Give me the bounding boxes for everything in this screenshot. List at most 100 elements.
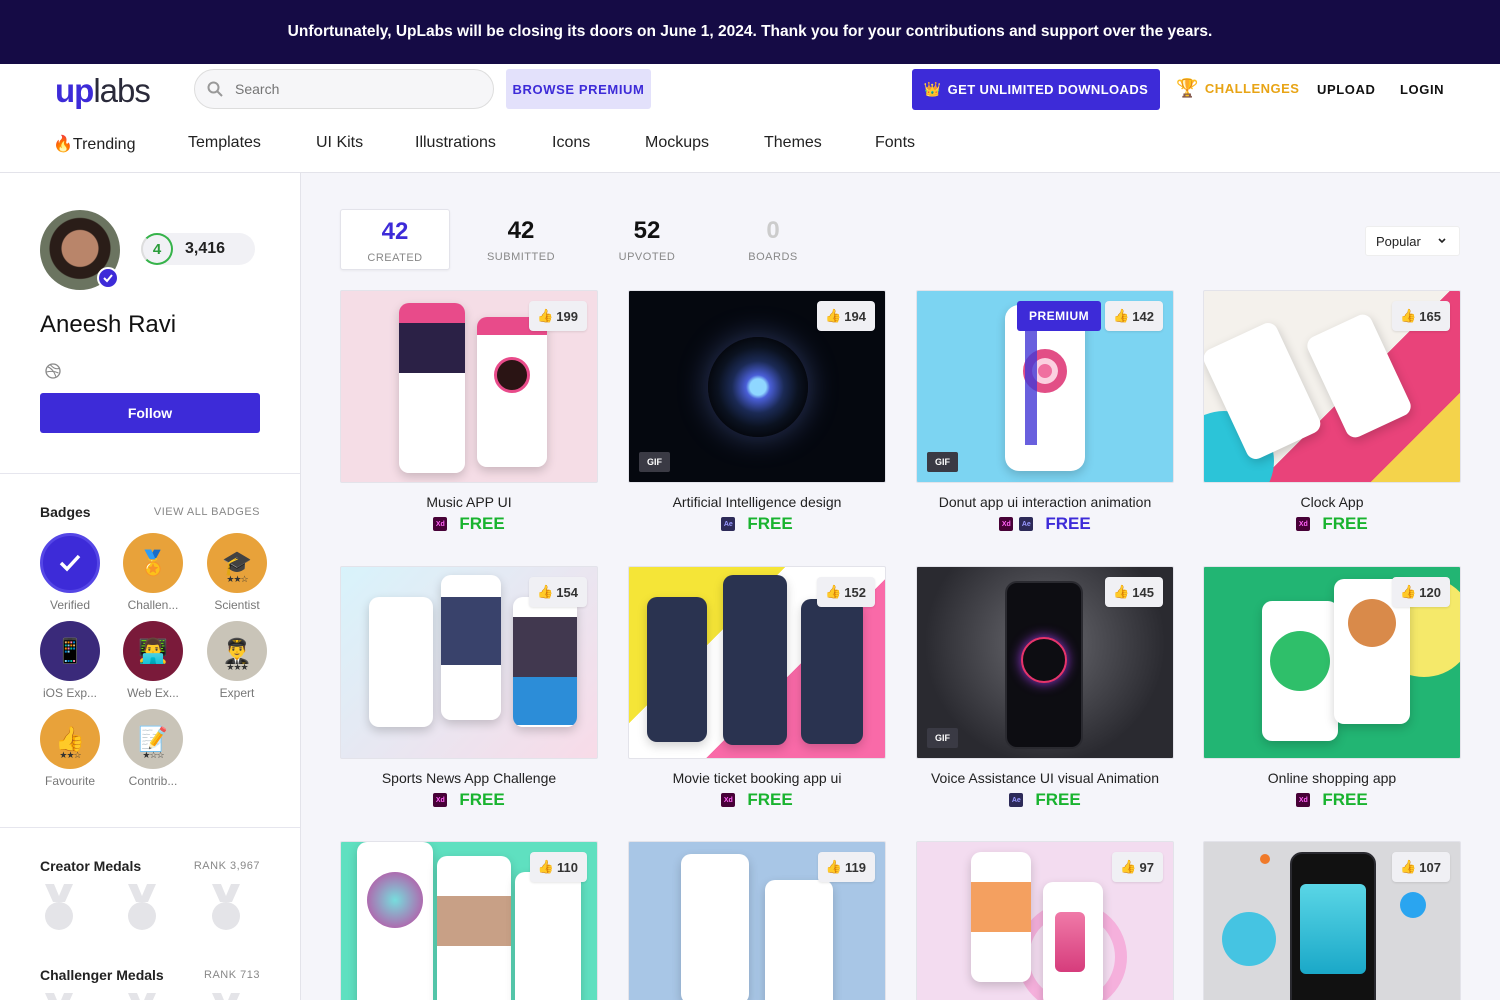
- likes-counter[interactable]: 👍 145: [1105, 577, 1163, 607]
- shot-thumbnail[interactable]: 👍 119: [628, 841, 886, 1000]
- upload-link[interactable]: UPLOAD: [1317, 82, 1376, 97]
- shot-thumbnail[interactable]: 👍 165: [1203, 290, 1461, 483]
- shot-card[interactable]: PREMIUM 👍 142 GIF Donut app ui interactio…: [916, 290, 1174, 540]
- shot-thumbnail[interactable]: 👍 194 GIF: [628, 290, 886, 483]
- thumbs-up-icon: 👍: [1400, 859, 1417, 874]
- badge-label: Challen...: [127, 598, 179, 612]
- dribbble-icon[interactable]: [45, 363, 61, 384]
- graduation-cap-icon: 🎓 ★★☆: [207, 533, 267, 593]
- shot-thumbnail[interactable]: 👍 107: [1203, 841, 1461, 1000]
- likes-counter[interactable]: 👍 165: [1392, 301, 1450, 331]
- nav-themes[interactable]: Themes: [764, 134, 822, 152]
- shot-card[interactable]: 👍 154 Sports News App Challenge Xd FREE: [340, 566, 598, 816]
- shot-title[interactable]: Donut app ui interaction animation: [916, 494, 1174, 510]
- phone-mockup: [681, 854, 749, 1000]
- shot-thumbnail[interactable]: 👍 154: [340, 566, 598, 759]
- badge-favourite[interactable]: 👍 ★★☆ Favourite: [40, 709, 100, 788]
- stat-label: UPVOTED: [618, 251, 676, 263]
- shot-card[interactable]: 👍 97: [916, 841, 1174, 1000]
- check-icon: [40, 533, 100, 593]
- shot-card[interactable]: 👍 152 Movie ticket booking app ui Xd FREE: [628, 566, 886, 816]
- badge-verified[interactable]: Verified: [40, 533, 100, 612]
- shot-card[interactable]: 👍 145 GIF Voice Assistance UI visual Anim…: [916, 566, 1174, 816]
- view-all-badges-link[interactable]: VIEW ALL BADGES: [154, 506, 260, 518]
- badge-scientist[interactable]: 🎓 ★★☆ Scientist: [207, 533, 267, 612]
- likes-counter[interactable]: 👍 142: [1105, 301, 1163, 331]
- likes-counter[interactable]: 👍 154: [529, 577, 587, 607]
- login-link[interactable]: LOGIN: [1400, 82, 1444, 97]
- nav-trending[interactable]: 🔥Trending: [53, 134, 135, 154]
- shot-thumbnail[interactable]: 👍 97: [916, 841, 1174, 1000]
- browse-premium-button[interactable]: BROWSE PREMIUM: [506, 69, 651, 109]
- nav-ui-kits[interactable]: UI Kits: [316, 134, 363, 152]
- medal-icon: [128, 993, 156, 1000]
- shot-card[interactable]: 👍 194 GIF Artificial Intelligence design …: [628, 290, 886, 540]
- likes-counter[interactable]: 👍 120: [1392, 577, 1450, 607]
- thumbs-up-icon: 👍 ★★☆: [40, 709, 100, 769]
- laptop-icon: 👨‍💻: [123, 621, 183, 681]
- follow-button[interactable]: Follow: [40, 393, 260, 433]
- shot-card[interactable]: 👍 120 Online shopping app Xd FREE: [1203, 566, 1461, 816]
- likes-counter[interactable]: 👍 152: [817, 577, 875, 607]
- likes-counter[interactable]: 👍 110: [529, 852, 587, 882]
- shot-card[interactable]: 👍 107: [1203, 841, 1461, 1000]
- badge-expert[interactable]: 👨‍✈️ ★★★ Expert: [207, 621, 267, 700]
- shot-thumbnail[interactable]: 👍 110: [340, 841, 598, 1000]
- get-unlimited-downloads-button[interactable]: 👑 GET UNLIMITED DOWNLOADS: [912, 69, 1160, 110]
- likes-counter[interactable]: 👍 107: [1392, 852, 1450, 882]
- shot-thumbnail[interactable]: 👍 199: [340, 290, 598, 483]
- shot-meta: Ae FREE: [916, 790, 1174, 810]
- shot-card[interactable]: 👍 165 Clock App Xd FREE: [1203, 290, 1461, 540]
- phone-mockup: [441, 575, 501, 720]
- phone-mockup: [1262, 601, 1338, 741]
- closing-announcement-banner: Unfortunately, UpLabs will be closing it…: [0, 0, 1500, 64]
- tab-boards[interactable]: 0 BOARDS: [718, 209, 828, 270]
- badge-web-expert[interactable]: 👨‍💻 Web Ex...: [123, 621, 183, 700]
- shot-thumbnail[interactable]: PREMIUM 👍 142 GIF: [916, 290, 1174, 483]
- price-label: FREE: [747, 514, 793, 533]
- badge-label: Expert: [219, 686, 255, 700]
- shot-thumbnail[interactable]: 👍 152: [628, 566, 886, 759]
- nav-icons[interactable]: Icons: [552, 134, 590, 152]
- phone-mockup: [477, 317, 547, 467]
- badge-contributor[interactable]: 📝 ★☆☆ Contrib...: [123, 709, 183, 788]
- thumbs-up-icon: 👍: [825, 584, 842, 599]
- medal-icon: [45, 993, 73, 1000]
- shot-title[interactable]: Artificial Intelligence design: [628, 494, 886, 510]
- shot-card[interactable]: 👍 199 Music APP UI Xd FREE: [340, 290, 598, 540]
- shot-thumbnail[interactable]: 👍 120: [1203, 566, 1461, 759]
- badge-label: Verified: [49, 598, 91, 612]
- shot-title[interactable]: Movie ticket booking app ui: [628, 770, 886, 786]
- likes-count: 152: [844, 584, 866, 600]
- uplabs-logo[interactable]: uplabs: [55, 72, 151, 110]
- shot-title[interactable]: Clock App: [1203, 494, 1461, 510]
- trophy-icon: 🏅: [123, 533, 183, 593]
- shot-title[interactable]: Sports News App Challenge: [340, 770, 598, 786]
- nav-templates[interactable]: Templates: [188, 134, 261, 152]
- shot-title[interactable]: Voice Assistance UI visual Animation: [916, 770, 1174, 786]
- likes-counter[interactable]: 👍 97: [1112, 852, 1163, 882]
- nav-illustrations[interactable]: Illustrations: [415, 134, 496, 152]
- badge-challenger[interactable]: 🏅 Challen...: [123, 533, 183, 612]
- likes-counter[interactable]: 👍 119: [817, 852, 875, 882]
- stat-value: 0: [766, 217, 780, 244]
- tab-upvoted[interactable]: 52 UPVOTED: [592, 209, 702, 270]
- sort-select[interactable]: Popular: [1365, 226, 1460, 256]
- challenges-link[interactable]: 🏆 CHALLENGES: [1176, 78, 1299, 99]
- tab-created[interactable]: 42 CREATED: [340, 209, 450, 270]
- nav-fonts[interactable]: Fonts: [875, 134, 915, 152]
- shot-title[interactable]: Online shopping app: [1203, 770, 1461, 786]
- tab-submitted[interactable]: 42 SUBMITTED: [466, 209, 576, 270]
- shot-card[interactable]: 👍 119: [628, 841, 886, 1000]
- adobe-xd-icon: Xd: [433, 517, 448, 531]
- nav-mockups[interactable]: Mockups: [645, 134, 709, 152]
- shot-card[interactable]: 👍 110: [340, 841, 598, 1000]
- badge-ios-expert[interactable]: 📱 iOS Exp...: [40, 621, 100, 700]
- likes-counter[interactable]: 👍 194: [817, 301, 875, 331]
- price-label: FREE: [1322, 514, 1368, 533]
- shot-title[interactable]: Music APP UI: [340, 494, 598, 510]
- premium-badge: PREMIUM: [1017, 301, 1102, 331]
- shot-thumbnail[interactable]: 👍 145 GIF: [916, 566, 1174, 759]
- likes-counter[interactable]: 👍 199: [529, 301, 587, 331]
- search-input[interactable]: [235, 81, 465, 97]
